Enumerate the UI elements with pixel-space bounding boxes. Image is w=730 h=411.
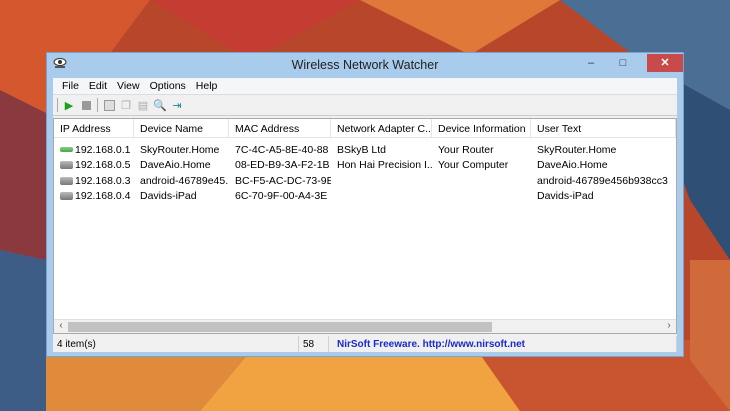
column-header-user-text[interactable]: User Text (531, 119, 676, 137)
cell-device-name: android-46789e45... (134, 175, 229, 187)
toolbar-separator (97, 98, 98, 112)
status-number: 58 (299, 336, 329, 352)
list-header: IP Address Device Name MAC Address Netwo… (54, 119, 676, 138)
device-list: IP Address Device Name MAC Address Netwo… (53, 118, 677, 334)
scroll-right-button[interactable]: › (663, 320, 675, 331)
cell-user-text: DaveAio.Home (531, 159, 676, 171)
app-window: Wireless Network Watcher – □ ✕ File Edit… (46, 52, 684, 357)
horizontal-scrollbar[interactable]: ‹ › (54, 319, 676, 333)
cell-ip: 192.168.0.4 (75, 190, 130, 202)
cell-mac: 6C-70-9F-00-A4-3E (229, 190, 331, 202)
nirsoft-link[interactable]: NirSoft Freeware. http://www.nirsoft.net (329, 336, 677, 352)
maximize-button[interactable]: □ (609, 54, 637, 72)
menu-edit[interactable]: Edit (84, 80, 112, 92)
device-icon (60, 177, 73, 185)
column-header-ip[interactable]: IP Address (54, 119, 134, 137)
table-row[interactable]: 192.168.0.5 DaveAio.Home 08-ED-B9-3A-F2-… (54, 158, 676, 174)
toolbar: ▶ ❐ ▤ 🔍 ⇥ (53, 95, 677, 116)
cell-user-text: SkyRouter.Home (531, 144, 676, 156)
table-row[interactable]: 192.168.0.4 Davids-iPad 6C-70-9F-00-A4-3… (54, 189, 676, 205)
cell-mac: 7C-4C-A5-8E-40-88 (229, 144, 331, 156)
cell-mac: 08-ED-B9-3A-F2-1B (229, 159, 331, 171)
status-bar: 4 item(s) 58 NirSoft Freeware. http://ww… (53, 336, 677, 352)
scrollbar-thumb[interactable] (68, 322, 492, 332)
scroll-left-button[interactable]: ‹ (55, 320, 67, 331)
html-report-icon[interactable]: 🔍 (154, 99, 166, 111)
computer-icon (60, 161, 73, 169)
cell-adapter: BSkyB Ltd (331, 144, 432, 156)
column-header-device-info[interactable]: Device Information (432, 119, 531, 137)
column-header-adapter-company[interactable]: Network Adapter C... (331, 119, 432, 137)
cell-device-name: Davids-iPad (134, 190, 229, 202)
save-icon[interactable] (103, 99, 115, 111)
column-header-device-name[interactable]: Device Name (134, 119, 229, 137)
properties-icon[interactable]: ▤ (137, 99, 149, 111)
minimize-button[interactable]: – (577, 54, 605, 72)
stop-icon[interactable] (80, 99, 92, 111)
cell-adapter: Hon Hai Precision I... (331, 159, 432, 171)
copy-icon[interactable]: ❐ (120, 99, 132, 111)
menu-file[interactable]: File (57, 80, 84, 92)
table-row[interactable]: 192.168.0.1 SkyRouter.Home 7C-4C-A5-8E-4… (54, 142, 676, 158)
cell-user-text: Davids-iPad (531, 190, 676, 202)
cell-ip: 192.168.0.5 (75, 159, 130, 171)
title-bar[interactable]: Wireless Network Watcher – □ ✕ (47, 53, 683, 77)
device-icon (60, 192, 73, 200)
menu-help[interactable]: Help (191, 80, 223, 92)
menu-options[interactable]: Options (145, 80, 191, 92)
cell-device-info: Your Router (432, 144, 531, 156)
column-header-mac[interactable]: MAC Address (229, 119, 331, 137)
menu-bar: File Edit View Options Help (53, 78, 677, 95)
cell-mac: BC-F5-AC-DC-73-9E (229, 175, 331, 187)
cell-user-text: android-46789e456b938cc3 (531, 175, 676, 187)
cell-ip: 192.168.0.1 (75, 144, 130, 156)
play-icon[interactable]: ▶ (63, 99, 75, 111)
cell-device-name: SkyRouter.Home (134, 144, 229, 156)
cell-device-info: Your Computer (432, 159, 531, 171)
router-icon (60, 147, 73, 152)
menu-view[interactable]: View (112, 80, 145, 92)
status-item-count: 4 item(s) (53, 336, 299, 352)
exit-icon[interactable]: ⇥ (171, 99, 183, 111)
close-button[interactable]: ✕ (647, 54, 683, 72)
cell-ip: 192.168.0.3 (75, 175, 130, 187)
table-row[interactable]: 192.168.0.3 android-46789e45... BC-F5-AC… (54, 173, 676, 189)
toolbar-separator (57, 98, 58, 112)
cell-device-name: DaveAio.Home (134, 159, 229, 171)
